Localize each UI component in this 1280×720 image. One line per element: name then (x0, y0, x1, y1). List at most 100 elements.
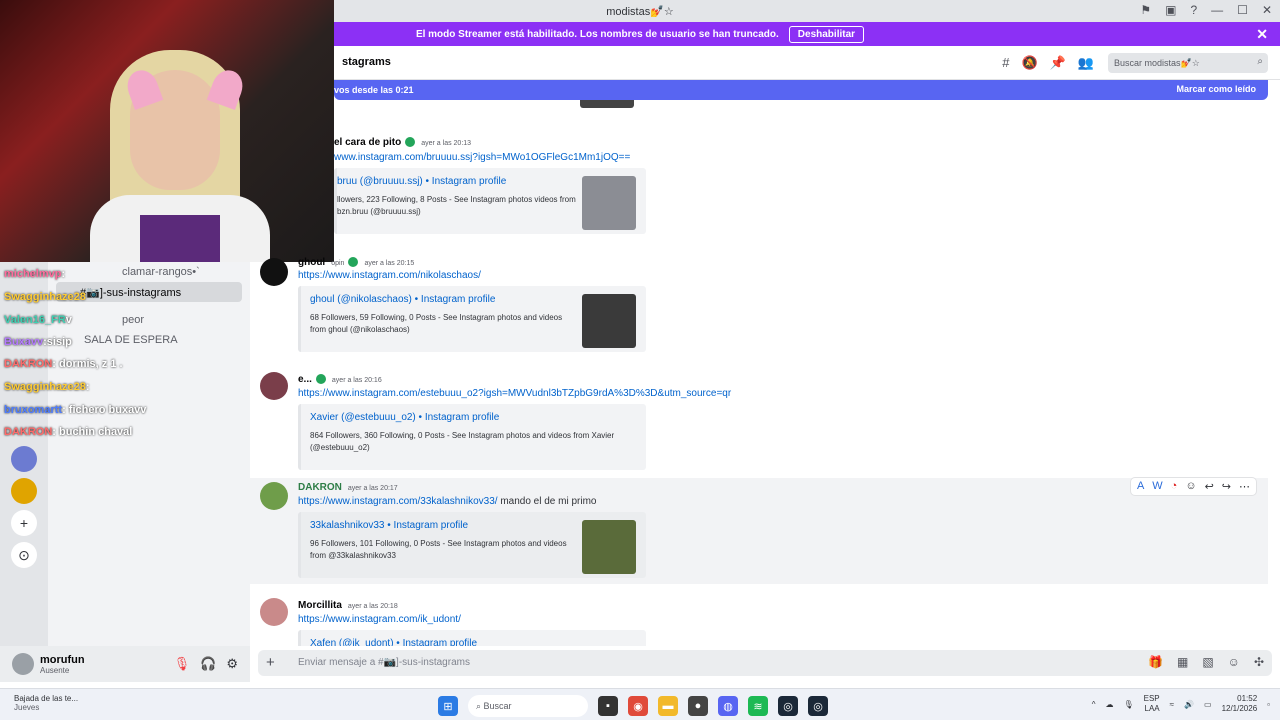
help-icon[interactable]: ? (1190, 3, 1197, 17)
explore-icon[interactable]: ⊙ (11, 542, 37, 568)
chat-line: bruxomartt: fichero buxavv (4, 404, 147, 416)
embed-title[interactable]: ghoul (@nikolaschaos) • Instagram profil… (310, 294, 495, 305)
language-indicator[interactable]: ESP LAA (1144, 694, 1160, 714)
message-author[interactable]: el cara de pito (334, 137, 401, 148)
message-link[interactable]: www.instagram.com/bruuuu.ssj?igsh=MWo1OG… (334, 152, 630, 163)
search-icon: ⌕ (1257, 56, 1263, 67)
folder-icon[interactable]: ▬ (658, 696, 678, 716)
avatar[interactable] (12, 653, 34, 675)
task-view-icon[interactable]: ▪ (598, 696, 618, 716)
emoji-icon[interactable]: ☺ (1185, 480, 1196, 493)
search-input[interactable]: Buscar modistas💅☆ ⌕ (1108, 53, 1268, 73)
message-author[interactable]: Morcillita (298, 600, 342, 611)
windows-start-icon[interactable]: ⊞ (438, 696, 458, 716)
pin-icon[interactable]: 📌 (1050, 55, 1066, 71)
system-tray: ^ ☁ 🎙 ESP LAA ≈ 🔊 ▭ 01:52 12/1/2026 ▫ (1092, 694, 1270, 714)
wifi-icon[interactable]: ≈ (1170, 700, 1174, 709)
notification-icon[interactable]: ▫ (1267, 700, 1270, 709)
message-link[interactable]: https://www.instagram.com/nikolaschaos/ (298, 270, 481, 281)
embed-title[interactable]: bruu (@bruuuu.ssj) • Instagram profile (337, 176, 506, 187)
clock[interactable]: 01:52 12/1/2026 (1222, 694, 1258, 714)
notifications-muted-icon[interactable]: 🔕 (1021, 55, 1037, 71)
server-icon[interactable] (11, 446, 37, 472)
attach-icon[interactable]: + (266, 654, 275, 671)
minimize-icon[interactable]: — (1211, 3, 1223, 17)
volume-icon[interactable]: 🔊 (1184, 700, 1194, 709)
battery-icon[interactable]: ▭ (1204, 700, 1212, 709)
close-banner-icon[interactable]: ✕ (1256, 26, 1268, 43)
more-icon[interactable]: ⋯ (1239, 480, 1250, 493)
inbox-icon[interactable]: ▣ (1165, 3, 1176, 17)
sticker-icon[interactable]: ▧ (1202, 655, 1213, 669)
translate-icon[interactable]: A (1137, 480, 1144, 493)
message-text: mando el de mi primo (497, 496, 597, 507)
message-composer[interactable]: + Enviar mensaje a #📷]-sus-instagrams 🎁 … (258, 650, 1272, 676)
network-icon[interactable]: ☁ (1105, 700, 1113, 709)
embed-thumbnail[interactable] (582, 294, 636, 348)
discord-icon[interactable]: ◍ (718, 696, 738, 716)
gear-icon[interactable]: ⚙ (226, 656, 238, 672)
message[interactable]: el cara de pito ayer a las 20:13 www.inst… (250, 134, 1268, 238)
embed-title[interactable]: 33kalashnikov33 • Instagram profile (310, 520, 468, 531)
message[interactable]: e... ayer a las 20:16 https://www.instagr… (250, 372, 1268, 476)
avatar[interactable] (260, 482, 288, 510)
avatar[interactable] (260, 372, 288, 400)
close-icon[interactable]: ✕ (1262, 3, 1272, 17)
embed-title[interactable]: Xavier (@estebuuu_o2) • Instagram profil… (310, 412, 499, 423)
verified-icon (348, 257, 359, 268)
message-link-url[interactable]: https://www.instagram.com/33kalashnikov3… (298, 496, 498, 507)
link-embed: 33kalashnikov33 • Instagram profile 96 F… (298, 512, 646, 578)
new-messages-bar[interactable]: vos desde las 0:21 Marcar como leído (334, 80, 1268, 100)
add-server-icon[interactable]: + (11, 510, 37, 536)
mic-icon[interactable]: 🎙 (1123, 700, 1133, 709)
user-status: Ausente (40, 665, 70, 675)
flag-icon[interactable]: ⚑ (1140, 3, 1151, 17)
disable-streamer-button[interactable]: Deshabilitar (788, 25, 865, 43)
message-link[interactable]: https://www.instagram.com/estebuuu_o2?ig… (298, 388, 731, 399)
app-icon[interactable]: ● (688, 696, 708, 716)
emoji-icon[interactable]: ☺ (1228, 655, 1240, 669)
message-author[interactable]: e... (298, 374, 312, 385)
weather-widget[interactable]: Bajada de las te... Jueves (14, 694, 78, 712)
mic-muted-icon[interactable]: 🎙 (174, 656, 191, 672)
apps-icon[interactable]: ✣ (1254, 655, 1264, 669)
word-icon[interactable]: W (1152, 480, 1162, 493)
embed-description: 864 Followers, 360 Following, 0 Posts - … (310, 431, 615, 452)
message-author[interactable]: ghoul (298, 257, 325, 268)
message-actions: A W ◔ ☺ ↩ ↪ ⋯ (1130, 478, 1256, 495)
message-list: el cara de pito ayer a las 20:13 www.inst… (250, 100, 1280, 646)
chevron-up-icon[interactable]: ^ (1092, 700, 1096, 709)
avatar[interactable] (260, 258, 288, 286)
verified-icon (315, 374, 326, 385)
forward-icon[interactable]: ↪ (1222, 480, 1231, 493)
embed-thumbnail[interactable] (582, 176, 636, 230)
embed-description: llowers, 223 Following, 8 Posts - See In… (337, 195, 576, 216)
reply-icon[interactable]: ↩ (1205, 480, 1214, 493)
user-panel: morufun Ausente 🎙 🎧 ⚙ (0, 646, 250, 682)
spotify-icon[interactable]: ≋ (748, 696, 768, 716)
steam-icon[interactable]: ◎ (778, 696, 798, 716)
mark-as-read-button[interactable]: Marcar como leído (1176, 84, 1256, 94)
threads-icon[interactable]: # (1002, 55, 1009, 71)
avatar[interactable] (260, 598, 288, 626)
message-timestamp: ayer a las 20:17 (347, 485, 398, 492)
embed-thumbnail[interactable] (582, 520, 636, 574)
message-author[interactable]: DAKRON (298, 482, 342, 493)
gift-icon[interactable]: 🎁 (1148, 655, 1163, 669)
message-link[interactable]: https://www.instagram.com/ik_udont/ (298, 614, 461, 625)
reaction-icon[interactable]: ◔ (1171, 480, 1178, 493)
maximize-icon[interactable]: ☐ (1237, 3, 1248, 17)
steam-icon[interactable]: ◎ (808, 696, 828, 716)
message[interactable]: DAKRON ayer a las 20:17 https://www.insta… (250, 478, 1268, 584)
message[interactable]: ghoul opin ayer a las 20:15 https://www.in… (250, 254, 1268, 358)
embed-title[interactable]: Xafen (@ik_udont) • Instagram profile (310, 638, 477, 646)
message-input[interactable]: Enviar mensaje a #📷]-sus-instagrams (298, 657, 470, 668)
taskbar-search[interactable]: ⌕ Buscar (468, 695, 588, 717)
gif-icon[interactable]: ▦ (1177, 655, 1188, 669)
members-icon[interactable]: 👥 (1078, 55, 1094, 71)
server-icon-accessible[interactable] (11, 478, 37, 504)
message[interactable]: Morcillita ayer a las 20:18 https://www.i… (250, 596, 1268, 646)
composer-icons: 🎁 ▦ ▧ ☺ ✣ (1148, 655, 1264, 669)
headphones-muted-icon[interactable]: 🎧 (200, 656, 216, 672)
chrome-icon[interactable]: ◉ (628, 696, 648, 716)
